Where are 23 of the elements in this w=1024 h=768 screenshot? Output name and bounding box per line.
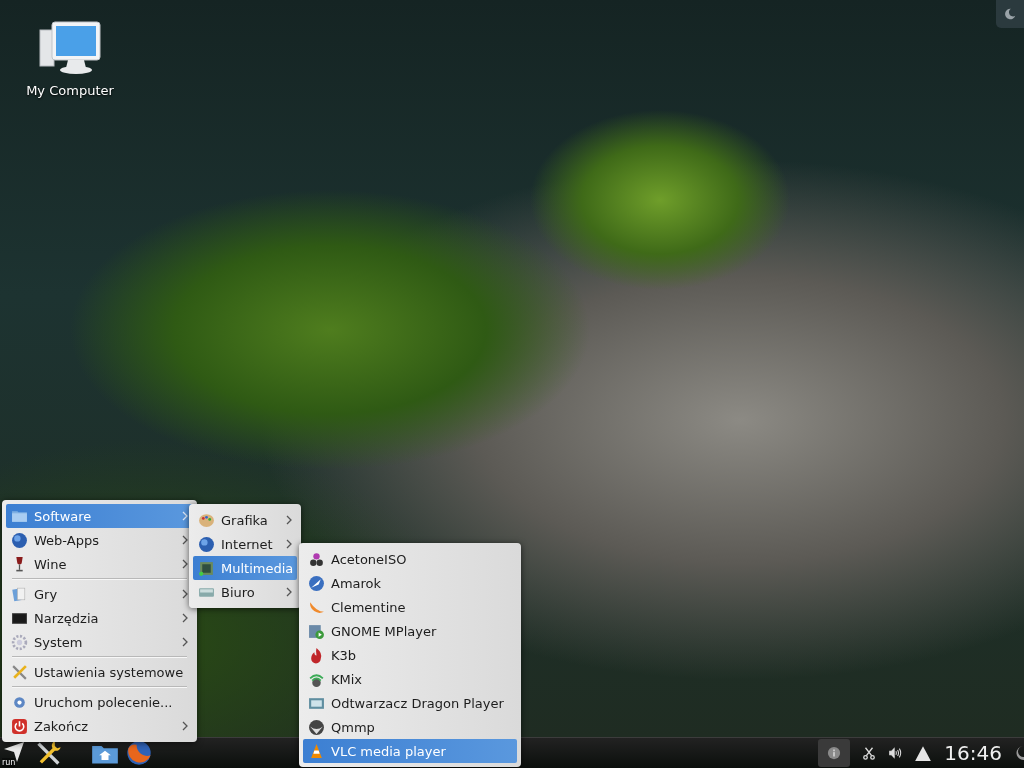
icon-label[interactable]: My Computer: [26, 83, 114, 98]
menu-item[interactable]: Web-Apps: [6, 528, 193, 552]
menu-item[interactable]: KMix: [303, 667, 517, 691]
clock[interactable]: 16:46: [944, 741, 1002, 765]
menu-item[interactable]: Wine: [6, 552, 193, 576]
menu-item[interactable]: Narzędzia: [6, 606, 193, 630]
menu-item[interactable]: Odtwarzacz Dragon Player: [303, 691, 517, 715]
menu-item[interactable]: Uruchom polecenie...: [6, 690, 193, 714]
menu-item[interactable]: Software: [6, 504, 193, 528]
menu-item[interactable]: Internet: [193, 532, 297, 556]
menu-item[interactable]: Zakończ: [6, 714, 193, 738]
menu-item[interactable]: Clementine: [303, 595, 517, 619]
menu-item[interactable]: VLC media player: [303, 739, 517, 763]
menu-item[interactable]: K3b: [303, 643, 517, 667]
menu-item[interactable]: GNOME MPlayer: [303, 619, 517, 643]
menu-item[interactable]: Amarok: [303, 571, 517, 595]
menu-item[interactable]: Biuro: [193, 580, 297, 604]
menu-item[interactable]: Qmmp: [303, 715, 517, 739]
menu-item[interactable]: Ustawienia systemowe: [6, 660, 193, 684]
menu-item[interactable]: AcetoneISO: [303, 547, 517, 571]
menu-item[interactable]: Gry: [6, 582, 193, 606]
menu-item[interactable]: System: [6, 630, 193, 654]
menu-item[interactable]: Grafika: [193, 508, 297, 532]
